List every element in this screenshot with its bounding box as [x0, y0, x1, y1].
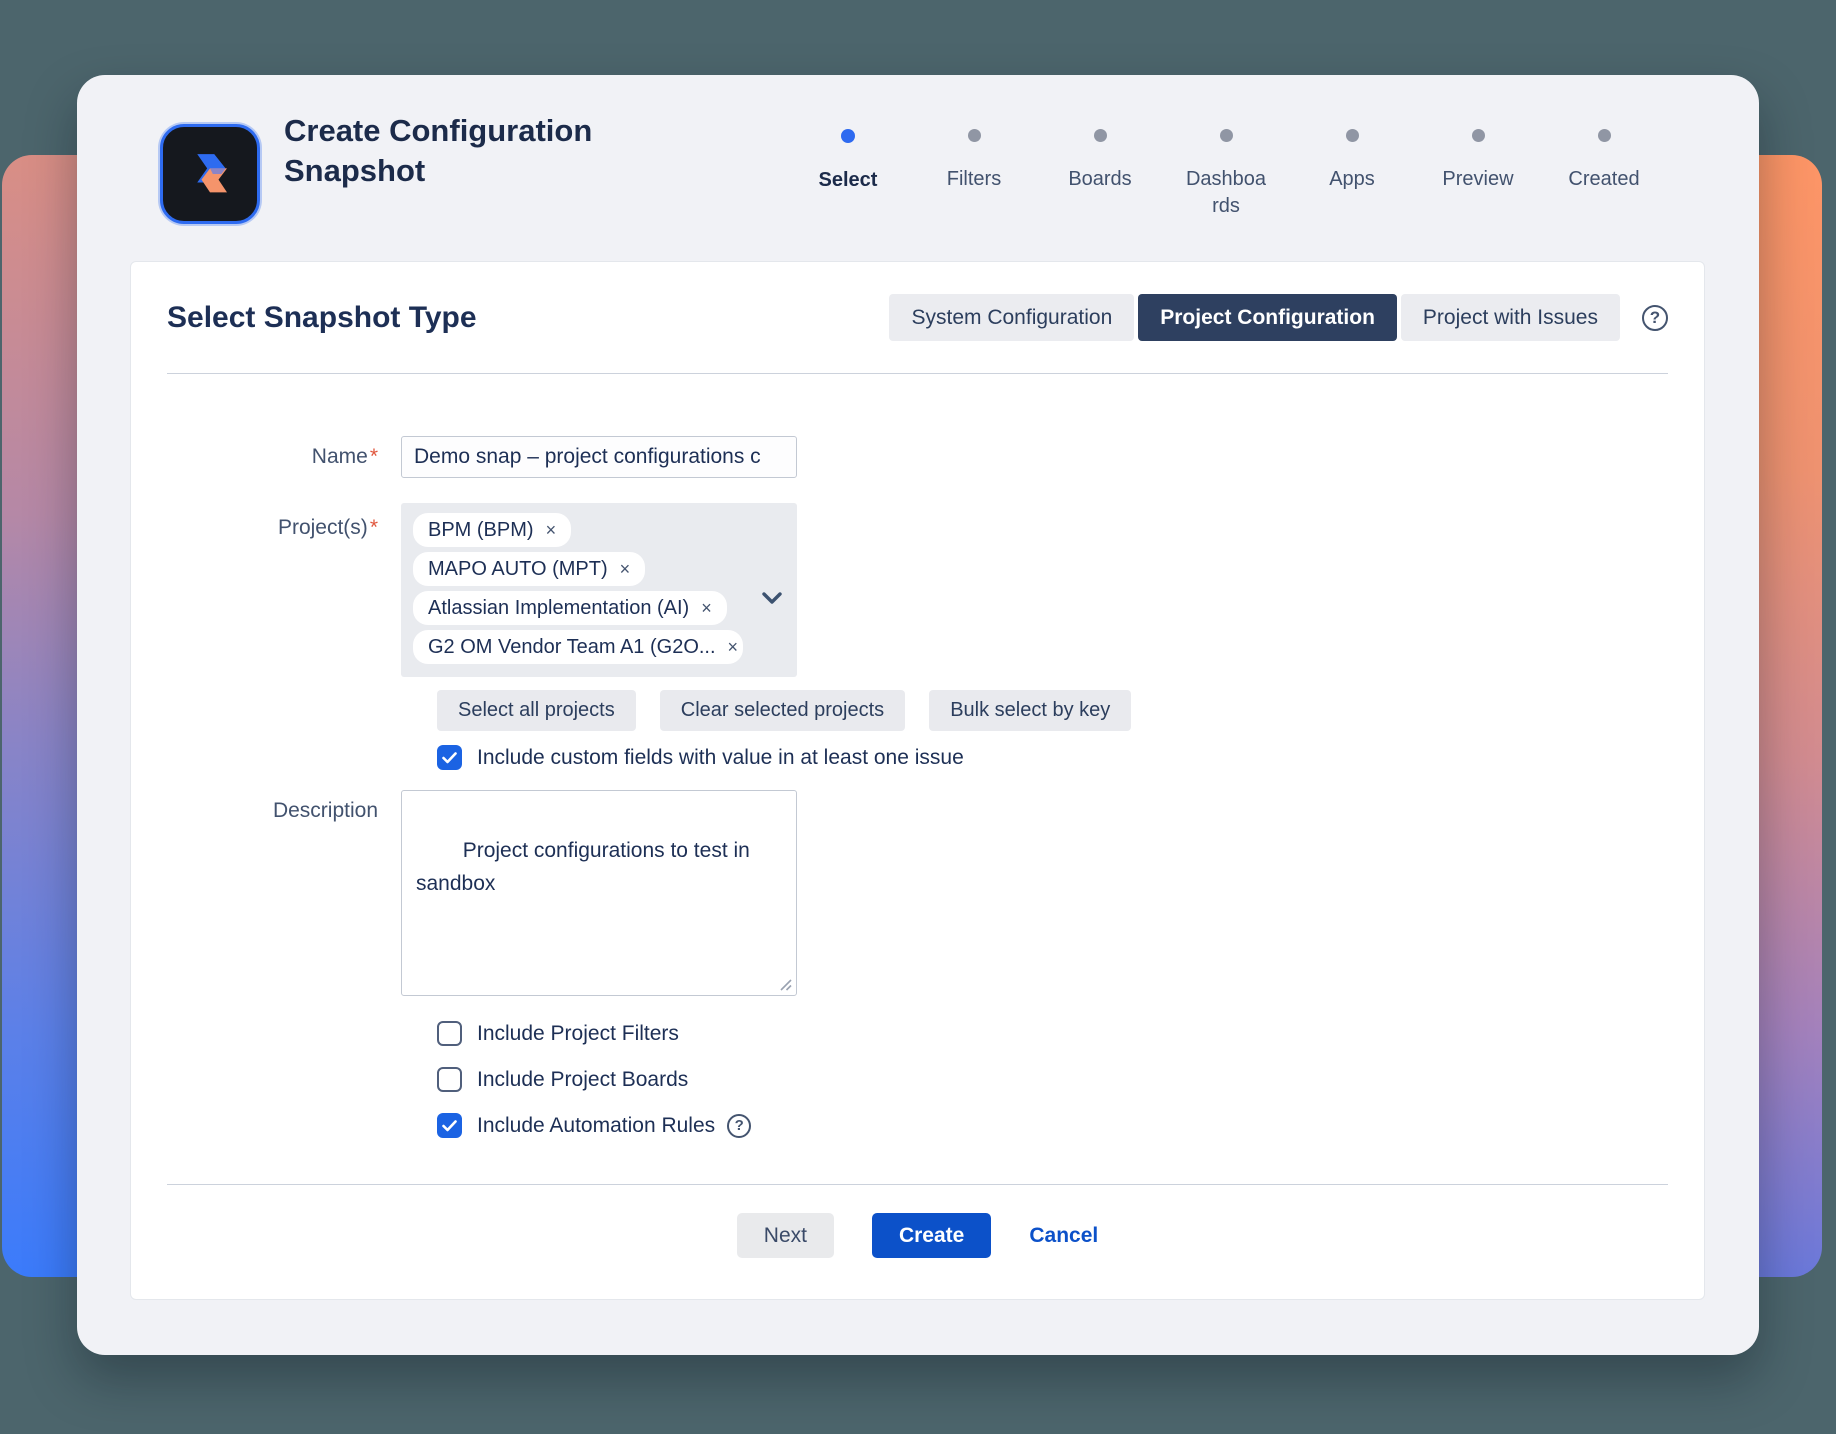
- section-heading: Select Snapshot Type: [167, 301, 477, 335]
- wizard-stepper: Select Filters Boards Dashboards Apps Pr…: [785, 123, 1667, 220]
- tab-project-with-issues[interactable]: Project with Issues: [1401, 294, 1620, 341]
- step-label: Apps: [1329, 166, 1375, 193]
- step-label: Filters: [947, 166, 1001, 193]
- remove-chip-icon[interactable]: ×: [728, 638, 739, 656]
- step-label: Dashboards: [1184, 166, 1268, 220]
- include-project-boards-label: Include Project Boards: [477, 1068, 688, 1092]
- required-asterisk: *: [370, 516, 378, 539]
- step-dot-active: [841, 129, 855, 143]
- step-label: Created: [1568, 166, 1639, 193]
- create-button[interactable]: Create: [872, 1213, 991, 1258]
- step-dot: [1598, 129, 1611, 142]
- cancel-link[interactable]: Cancel: [1029, 1224, 1098, 1248]
- include-project-filters-checkbox[interactable]: [437, 1021, 462, 1046]
- snapshot-form-card: Select Snapshot Type System Configuratio…: [130, 261, 1705, 1300]
- project-chip: Atlassian Implementation (AI)×: [413, 591, 727, 625]
- project-chip: G2 OM Vendor Team A1 (G2O...×: [413, 630, 743, 664]
- page-title-line2: Snapshot: [284, 151, 592, 191]
- include-project-filters-label: Include Project Filters: [477, 1022, 679, 1046]
- project-actions: Select all projects Clear selected proje…: [437, 690, 1668, 731]
- dialog-footer: Next Create Cancel: [167, 1213, 1668, 1258]
- step-label: Boards: [1068, 166, 1131, 193]
- help-icon[interactable]: ?: [1642, 305, 1668, 331]
- step-dot: [1472, 129, 1485, 142]
- step-label: Select: [819, 167, 878, 194]
- remove-chip-icon[interactable]: ×: [620, 560, 631, 578]
- step-select[interactable]: Select: [785, 123, 911, 220]
- select-all-projects-button[interactable]: Select all projects: [437, 690, 636, 731]
- projects-multiselect[interactable]: BPM (BPM)× MAPO AUTO (MPT)× Atlassian Im…: [401, 503, 797, 677]
- snapshot-type-tabs: System Configuration Project Configurati…: [889, 294, 1668, 341]
- description-value: Project configurations to test in sandbo…: [416, 839, 756, 895]
- remove-chip-icon[interactable]: ×: [701, 599, 712, 617]
- step-filters[interactable]: Filters: [911, 123, 1037, 220]
- step-dashboards[interactable]: Dashboards: [1163, 123, 1289, 220]
- clear-selected-projects-button[interactable]: Clear selected projects: [660, 690, 905, 731]
- resize-grip-icon[interactable]: [778, 977, 793, 992]
- step-label: Preview: [1442, 166, 1513, 193]
- page-title: Create Configuration Snapshot: [284, 111, 592, 191]
- step-created[interactable]: Created: [1541, 123, 1667, 220]
- include-automation-rules-label: Include Automation Rules: [477, 1114, 715, 1138]
- bulk-select-by-key-button[interactable]: Bulk select by key: [929, 690, 1131, 731]
- description-textarea[interactable]: Project configurations to test in sandbo…: [401, 790, 797, 996]
- description-label: Description: [167, 790, 401, 824]
- remove-chip-icon[interactable]: ×: [546, 521, 557, 539]
- help-icon[interactable]: ?: [727, 1114, 751, 1138]
- next-button[interactable]: Next: [737, 1213, 834, 1258]
- step-boards[interactable]: Boards: [1037, 123, 1163, 220]
- project-chip: MAPO AUTO (MPT)×: [413, 552, 645, 586]
- check-icon: [442, 752, 457, 764]
- name-input[interactable]: [401, 436, 797, 478]
- footer-divider: [167, 1184, 1668, 1185]
- projects-label: Project(s)*: [167, 503, 401, 541]
- step-dot: [1346, 129, 1359, 142]
- chevron-down-icon[interactable]: [761, 591, 783, 605]
- project-chip: BPM (BPM)×: [413, 513, 571, 547]
- include-project-boards-checkbox[interactable]: [437, 1067, 462, 1092]
- include-automation-rules-checkbox[interactable]: [437, 1113, 462, 1138]
- heading-divider: [167, 373, 1668, 374]
- name-label: Name*: [167, 444, 401, 470]
- step-dot: [968, 129, 981, 142]
- step-apps[interactable]: Apps: [1289, 123, 1415, 220]
- step-dot: [1094, 129, 1107, 142]
- page-title-line1: Create Configuration: [284, 111, 592, 151]
- app-logo: [160, 124, 260, 224]
- include-custom-fields-label: Include custom fields with value in at l…: [477, 746, 964, 770]
- include-custom-fields-checkbox[interactable]: [437, 745, 462, 770]
- snapshot-arrows-icon: [176, 140, 244, 208]
- step-dot: [1220, 129, 1233, 142]
- check-icon: [442, 1120, 457, 1132]
- tab-project-configuration[interactable]: Project Configuration: [1138, 294, 1397, 341]
- tab-system-configuration[interactable]: System Configuration: [889, 294, 1134, 341]
- required-asterisk: *: [370, 445, 378, 468]
- step-preview[interactable]: Preview: [1415, 123, 1541, 220]
- create-configuration-snapshot-dialog: Create Configuration Snapshot Select Fil…: [77, 75, 1759, 1355]
